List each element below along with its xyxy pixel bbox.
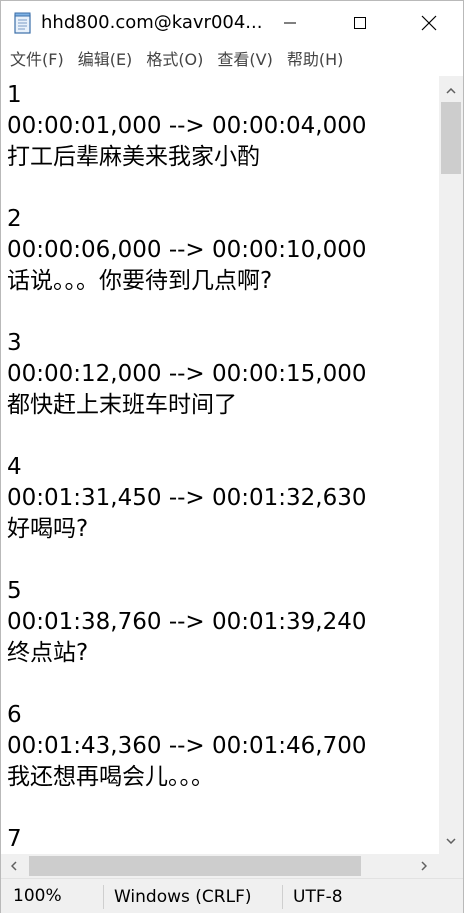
text-line[interactable] bbox=[7, 421, 437, 452]
chevron-up-icon bbox=[446, 88, 456, 94]
maximize-icon bbox=[354, 17, 366, 29]
menu-edit[interactable]: 编辑(E) bbox=[71, 45, 140, 75]
minimize-icon bbox=[284, 22, 296, 24]
text-line[interactable]: 我还想再喝会儿。。。 bbox=[7, 762, 437, 793]
line-ending: Windows (CRLF) bbox=[103, 885, 252, 909]
text-line[interactable]: 00:01:31,450 --> 00:01:32,630 bbox=[7, 483, 437, 514]
close-button[interactable] bbox=[394, 1, 464, 45]
horizontal-scroll-thumb[interactable] bbox=[29, 856, 361, 876]
scroll-left-button[interactable] bbox=[1, 854, 27, 878]
text-line[interactable]: 1 bbox=[7, 80, 437, 111]
notepad-window: hhd800.com@kavr004... 文件(F) 编辑(E) 格式(O) … bbox=[0, 0, 464, 913]
menu-file[interactable]: 文件(F) bbox=[3, 45, 71, 75]
text-line[interactable] bbox=[7, 793, 437, 824]
text-line[interactable] bbox=[7, 297, 437, 328]
text-line[interactable]: 3 bbox=[7, 328, 437, 359]
text-line[interactable]: 5 bbox=[7, 576, 437, 607]
text-line[interactable]: 00:01:43,360 --> 00:01:46,700 bbox=[7, 731, 437, 762]
text-line[interactable] bbox=[7, 545, 437, 576]
text-line[interactable] bbox=[7, 669, 437, 700]
chevron-left-icon bbox=[11, 861, 17, 871]
editor-content[interactable]: 1 00:00:01,000 --> 00:00:04,000 打工后辈麻美来我家小… bbox=[7, 80, 437, 854]
status-bar: 100% Windows (CRLF) UTF-8 bbox=[1, 878, 463, 913]
close-icon bbox=[421, 15, 437, 31]
text-line[interactable]: 00:00:12,000 --> 00:00:15,000 bbox=[7, 359, 437, 390]
zoom-level: 100% bbox=[13, 886, 62, 906]
title-bar[interactable]: hhd800.com@kavr004... bbox=[1, 1, 463, 45]
notepad-icon bbox=[13, 12, 33, 34]
maximize-button[interactable] bbox=[325, 1, 395, 45]
minimize-button[interactable] bbox=[255, 1, 325, 45]
text-editor[interactable]: 1 00:00:01,000 --> 00:00:04,000 打工后辈麻美来我家小… bbox=[1, 76, 439, 854]
vertical-scroll-thumb[interactable] bbox=[441, 102, 461, 174]
text-line[interactable]: 4 bbox=[7, 452, 437, 483]
text-line[interactable]: 话说。。。你要待到几点啊? bbox=[7, 266, 437, 297]
text-line[interactable]: 都快赶上末班车时间了 bbox=[7, 390, 437, 421]
vertical-scrollbar[interactable] bbox=[439, 76, 463, 854]
menu-bar: 文件(F) 编辑(E) 格式(O) 查看(V) 帮助(H) bbox=[1, 45, 463, 75]
horizontal-scrollbar[interactable] bbox=[1, 854, 439, 878]
menu-view[interactable]: 查看(V) bbox=[210, 45, 279, 75]
chevron-down-icon bbox=[446, 838, 456, 844]
text-line[interactable]: 好喝吗? bbox=[7, 514, 437, 545]
text-line[interactable]: 打工后辈麻美来我家小酌 bbox=[7, 142, 437, 173]
text-line[interactable]: 7 bbox=[7, 824, 437, 854]
text-line[interactable]: 2 bbox=[7, 204, 437, 235]
text-line[interactable]: 6 bbox=[7, 700, 437, 731]
window-title: hhd800.com@kavr004... bbox=[41, 12, 263, 33]
text-line[interactable]: 终点站? bbox=[7, 638, 437, 669]
chevron-right-icon bbox=[421, 861, 427, 871]
encoding: UTF-8 bbox=[282, 885, 343, 909]
text-line[interactable]: 00:00:01,000 --> 00:00:04,000 bbox=[7, 111, 437, 142]
scrollbar-corner bbox=[439, 854, 463, 878]
scroll-up-button[interactable] bbox=[439, 78, 463, 104]
menu-help[interactable]: 帮助(H) bbox=[280, 45, 351, 75]
menu-format[interactable]: 格式(O) bbox=[139, 45, 210, 75]
text-line[interactable]: 00:00:06,000 --> 00:00:10,000 bbox=[7, 235, 437, 266]
scroll-down-button[interactable] bbox=[439, 828, 463, 854]
text-line[interactable] bbox=[7, 173, 437, 204]
text-line[interactable]: 00:01:38,760 --> 00:01:39,240 bbox=[7, 607, 437, 638]
scroll-right-button[interactable] bbox=[411, 854, 437, 878]
